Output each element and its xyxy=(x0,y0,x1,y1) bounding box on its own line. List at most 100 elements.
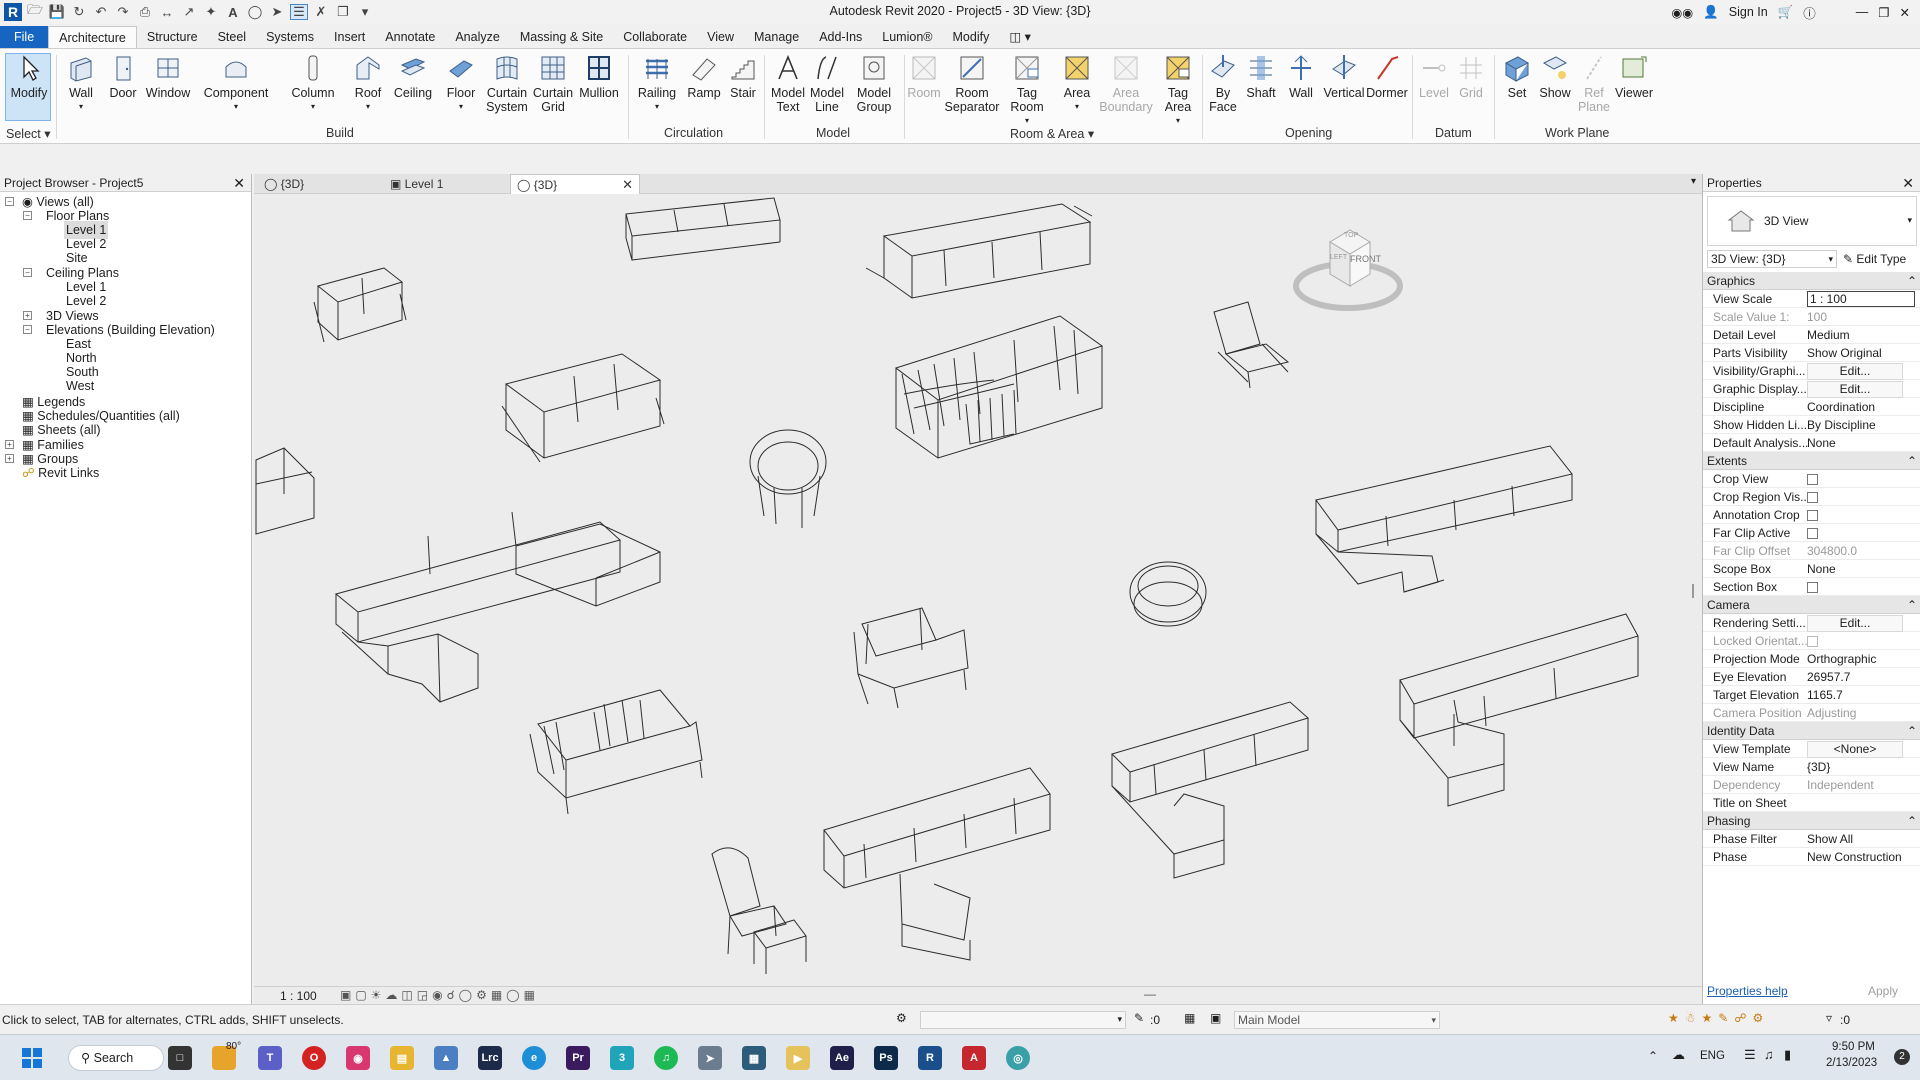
view-cube-top[interactable]: TOP xyxy=(1344,232,1358,239)
teams-icon[interactable]: T xyxy=(258,1046,282,1070)
minimize-button[interactable]: — xyxy=(1856,5,1869,19)
language-indicator[interactable]: ENG xyxy=(1700,1050,1725,1062)
view-controls-icons[interactable]: ▣▢☀☁◫◲◉☌◯⚙▦◯▦ xyxy=(340,988,539,1002)
tab-manage[interactable]: Manage xyxy=(744,26,809,48)
prop-phase[interactable]: Phase New Construction xyxy=(1703,848,1920,866)
modify-tool[interactable]: Modify xyxy=(6,53,52,100)
close-icon[interactable]: ✕ xyxy=(622,175,633,195)
design-option-dropdown[interactable]: Main Model ▾ xyxy=(1234,1011,1440,1029)
photoshop-icon[interactable]: Ps xyxy=(874,1046,898,1070)
text-icon[interactable]: A xyxy=(224,4,242,20)
model-text-button[interactable]: Model Text xyxy=(770,53,806,114)
expand-icon[interactable]: + xyxy=(5,440,14,449)
floor-button[interactable]: Floor ▾ xyxy=(442,53,480,114)
view-tab-3d-active[interactable]: ◯ {3D} ✕ xyxy=(510,174,640,194)
lightroom-classic-icon[interactable]: Lrc xyxy=(478,1046,502,1070)
wall-button[interactable]: Wall ▾ xyxy=(66,53,96,114)
tab-lumion[interactable]: Lumion® xyxy=(872,26,942,48)
far-clip-checkbox[interactable] xyxy=(1807,528,1818,540)
scroll-thumb[interactable] xyxy=(1692,584,1694,598)
tab-structure[interactable]: Structure xyxy=(137,26,208,48)
tab-steel[interactable]: Steel xyxy=(208,26,257,48)
area-button[interactable]: Area ▾ xyxy=(1060,53,1094,114)
curtain-grid-button[interactable]: Curtain Grid xyxy=(532,53,574,114)
tab-architecture[interactable]: Architecture xyxy=(48,26,137,48)
print-icon[interactable]: ⎙ xyxy=(136,4,154,20)
view-scale-field[interactable]: 1 : 100 xyxy=(1807,291,1915,307)
user-icon[interactable]: 👤 xyxy=(1703,5,1719,20)
tag-icon[interactable]: ✦ xyxy=(202,4,220,20)
view-template-button[interactable]: <None> xyxy=(1807,741,1903,758)
column-button[interactable]: Column ▾ xyxy=(288,53,338,114)
wall-opening-button[interactable]: Wall xyxy=(1286,53,1316,100)
vg-edit-button[interactable]: Edit... xyxy=(1807,363,1903,380)
dimension-icon[interactable]: ↗ xyxy=(180,4,198,20)
view-tab-level-1[interactable]: ▣ Level 1 xyxy=(384,174,504,194)
revit-taskbar-icon[interactable]: R xyxy=(918,1046,942,1070)
by-face-button[interactable]: By Face xyxy=(1208,53,1238,114)
design-options-icon-2[interactable]: ▣ xyxy=(1210,1011,1221,1025)
open-icon[interactable]: 🗁 xyxy=(26,2,44,20)
view-cube-left[interactable]: LEFT xyxy=(1330,254,1347,261)
clock-date[interactable]: 2/13/2023 xyxy=(1826,1057,1877,1069)
view-cube[interactable]: TOP FRONT LEFT xyxy=(1292,224,1412,324)
app-globe-icon[interactable]: ◎ xyxy=(1006,1046,1030,1070)
level-button[interactable]: Level xyxy=(1418,53,1450,100)
railing-button[interactable]: Railing ▾ xyxy=(636,53,678,114)
ramp-button[interactable]: Ramp xyxy=(686,53,722,100)
grid-button[interactable]: Grid xyxy=(1456,53,1486,100)
binoculars-icon[interactable]: ◉◉ xyxy=(1671,5,1693,20)
undo-icon[interactable]: ↶ xyxy=(92,4,110,20)
file-explorer-icon[interactable]: ▤ xyxy=(390,1046,414,1070)
model-group-button[interactable]: Model Group xyxy=(852,53,896,114)
edge-icon[interactable]: e xyxy=(522,1046,546,1070)
tab-analyze[interactable]: Analyze xyxy=(445,26,509,48)
close-hidden-icon[interactable]: ✗ xyxy=(312,4,330,20)
tab-massing-site[interactable]: Massing & Site xyxy=(510,26,613,48)
section-icon[interactable]: ➤ xyxy=(268,4,286,20)
prop-title-on-sheet[interactable]: Title on Sheet xyxy=(1703,794,1920,812)
crop-region-checkbox[interactable] xyxy=(1807,492,1818,504)
help-icon[interactable]: ⓘ xyxy=(1803,3,1816,22)
collapse-icon[interactable]: − xyxy=(5,197,14,206)
section-identity-data[interactable]: Identity Data ⌃ xyxy=(1703,722,1920,740)
tab-modify[interactable]: Modify xyxy=(943,26,1000,48)
revit-logo-icon[interactable]: R xyxy=(4,3,22,21)
tray-chevron-icon[interactable]: ⌃ xyxy=(1648,1049,1658,1063)
3d-view-icon[interactable]: ◯ xyxy=(246,4,264,20)
shaft-button[interactable]: Shaft xyxy=(1242,53,1280,100)
prop-show-hidden-lines[interactable]: Show Hidden Li... By Discipline xyxy=(1703,416,1920,434)
design-options-icon[interactable]: ▦ xyxy=(1184,1011,1195,1025)
rendering-edit-button[interactable]: Edit... xyxy=(1807,615,1903,632)
stair-button[interactable]: Stair xyxy=(726,53,760,100)
close-window-button[interactable]: ✕ xyxy=(1900,5,1910,20)
tab-collaborate[interactable]: Collaborate xyxy=(613,26,697,48)
switch-windows-icon[interactable]: ❐ xyxy=(334,4,352,20)
collapse-icon[interactable]: − xyxy=(23,268,32,277)
section-phasing[interactable]: Phasing ⌃ xyxy=(1703,812,1920,830)
app-structure-icon[interactable]: ▦ xyxy=(742,1046,766,1070)
properties-help-link[interactable]: Properties help xyxy=(1707,984,1788,998)
tab-file[interactable]: File xyxy=(0,26,49,48)
after-effects-icon[interactable]: Ae xyxy=(830,1046,854,1070)
volume-icon[interactable]: ♫ xyxy=(1764,1047,1774,1062)
view-cube-front[interactable]: FRONT xyxy=(1350,254,1381,264)
ribbon-minimize-toggle[interactable]: ◫ ▾ xyxy=(999,26,1041,48)
view-scale[interactable]: 1 : 100 xyxy=(280,989,317,1003)
workset-dropdown[interactable]: ▾ xyxy=(920,1011,1126,1029)
roof-button[interactable]: Roof ▾ xyxy=(350,53,386,114)
expand-icon[interactable]: + xyxy=(23,311,32,320)
ceiling-button[interactable]: Ceiling xyxy=(390,53,436,100)
vertical-opening-button[interactable]: Vertical xyxy=(1322,53,1366,100)
tab-insert[interactable]: Insert xyxy=(324,26,375,48)
collapse-icon[interactable]: − xyxy=(23,211,32,220)
media-player-icon[interactable]: ▶ xyxy=(786,1046,810,1070)
prop-projection-mode[interactable]: Projection Mode Orthographic xyxy=(1703,650,1920,668)
opera-icon[interactable]: O xyxy=(302,1046,326,1070)
tag-room-button[interactable]: Tag Room ▾ xyxy=(1008,53,1046,128)
prop-target-elevation[interactable]: Target Elevation 1165.7 xyxy=(1703,686,1920,704)
curtain-system-button[interactable]: Curtain System xyxy=(484,53,530,114)
instagram-icon[interactable]: ◉ xyxy=(346,1046,370,1070)
ref-plane-button[interactable]: Ref Plane xyxy=(1576,53,1612,114)
filter-icon[interactable]: ▿ xyxy=(1826,1011,1832,1025)
